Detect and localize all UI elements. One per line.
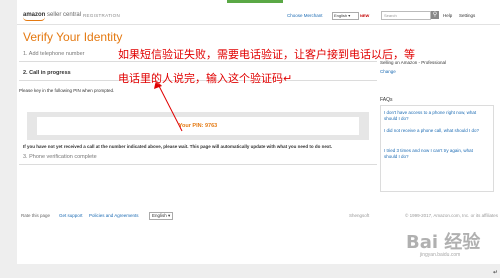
annotation-line-1: 如果短信验证失败，需要电话验证，让客户接到电话以后，等: [118, 48, 415, 61]
return-mark-icon: ↵: [492, 270, 498, 276]
baidu-jingyan-watermark: Bai 经验: [406, 232, 481, 253]
annotation-line-2: 电话里的人说完，输入这个验证码↵: [118, 72, 293, 85]
watermark-url: jingyan.baidu.com: [420, 252, 461, 258]
